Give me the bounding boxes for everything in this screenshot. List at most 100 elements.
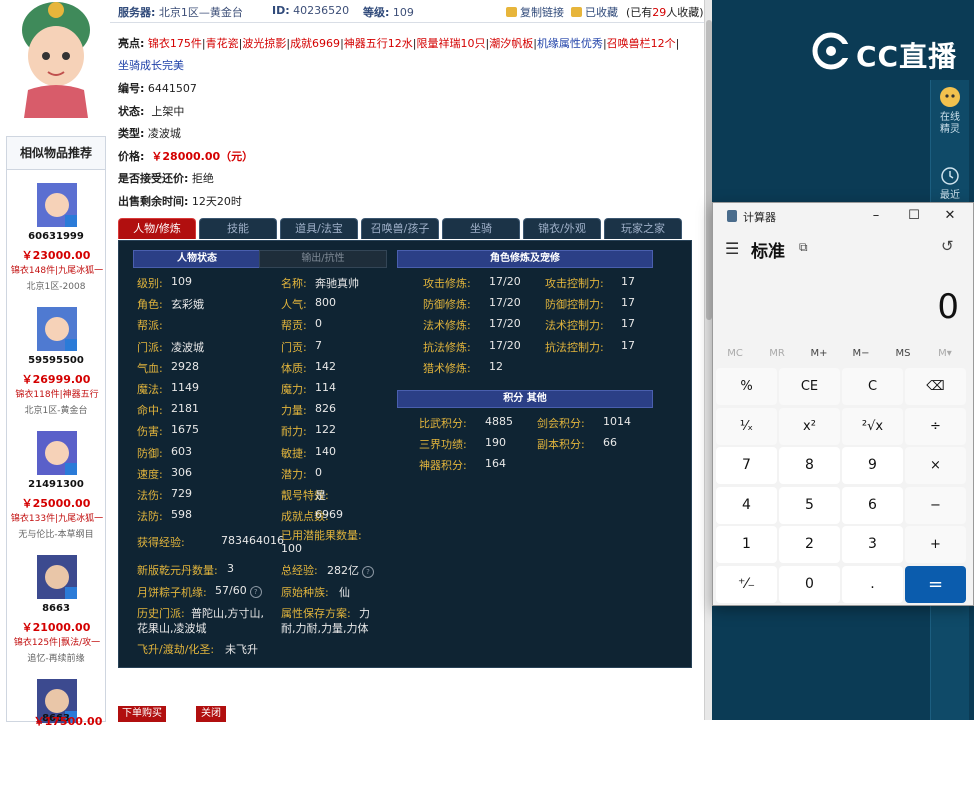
similar-item[interactable]: 21491300 ￥25000.00 锦衣133件|九尾冰狐一 无与伦比-本草纲… <box>7 419 105 543</box>
similar-items-title: 相似物品推荐 <box>7 137 105 170</box>
tab-outfits[interactable]: 锦衣/外观 <box>523 218 601 239</box>
tab-skills[interactable]: 技能 <box>199 218 277 239</box>
digit-7-button[interactable]: 7 <box>716 447 777 484</box>
calculator-window: 计算器 – ☐ ✕ ☰ 标准 ⧉ ↺ 0 MC MR M+ M− MS M▾ % CE C ⌫ ¹… <box>712 202 974 606</box>
status-header: 人物状态 <box>133 250 261 268</box>
total-exp-value: 282亿? <box>327 562 374 578</box>
keep-on-top-icon[interactable]: ⧉ <box>799 240 808 255</box>
stat-label: 抗法控制力: <box>545 340 604 354</box>
output-header[interactable]: 输出/抗性 <box>259 250 387 268</box>
stat-label: 角色: <box>137 298 163 312</box>
stat-value: 12 <box>489 359 503 373</box>
percent-button[interactable]: % <box>716 368 777 405</box>
similar-item[interactable]: 60631999 ￥23000.00 锦衣148件|九尾冰狐一 北京1区-200… <box>7 171 105 295</box>
copy-link-button[interactable]: 复制链接 <box>506 4 564 20</box>
stat-value: 凌波城 <box>171 340 204 354</box>
divide-button[interactable]: ÷ <box>905 407 966 445</box>
add-button[interactable]: + <box>905 526 966 563</box>
reciprocal-button[interactable]: ¹⁄ₓ <box>716 407 777 445</box>
tab-character[interactable]: 人物/修炼 <box>118 218 196 239</box>
history-value-1: 普陀山,方寸山, <box>191 607 264 620</box>
hamburger-menu-icon[interactable]: ☰ <box>725 239 739 258</box>
similar-item-id: 59595500 <box>28 355 84 366</box>
digit-2-button[interactable]: 2 <box>779 526 840 563</box>
recent-button[interactable]: 最近 <box>931 166 969 202</box>
similar-items-panel: 相似物品推荐 60631999 ￥23000.00 锦衣148件|九尾冰狐一 北… <box>6 136 106 728</box>
similar-item-thumbnail[interactable] <box>37 555 77 599</box>
similar-item-thumbnail[interactable] <box>37 183 77 227</box>
stat-value: 7 <box>315 338 322 352</box>
stat-label: 抗法修炼: <box>423 340 471 354</box>
ascend-label: 飞升/渡劫/化圣: <box>137 643 215 656</box>
id-info: ID: 40236520 <box>272 4 350 17</box>
digit-1-button[interactable]: 1 <box>716 526 777 563</box>
digit-5-button[interactable]: 5 <box>779 486 840 524</box>
cc-logo: CC直播 <box>812 32 956 73</box>
calculator-display: 0 <box>937 287 959 327</box>
subtract-button[interactable]: − <box>905 486 966 524</box>
clock-icon <box>941 167 959 185</box>
stat-value: 1675 <box>171 423 199 437</box>
stat-value: 109 <box>171 275 192 288</box>
stat-label: 魔力: <box>281 383 307 396</box>
similar-item-price: ￥17500.00 <box>33 715 103 728</box>
help-icon[interactable]: ? <box>362 566 374 578</box>
memory-button[interactable]: M+ <box>799 348 839 359</box>
multiply-button[interactable]: × <box>905 447 966 484</box>
similar-item-thumbnail[interactable] <box>37 307 77 351</box>
tab-items[interactable]: 道具/法宝 <box>280 218 358 239</box>
tab-pets[interactable]: 召唤兽/孩子 <box>361 218 439 239</box>
digit-8-button[interactable]: 8 <box>779 447 840 484</box>
tab-home[interactable]: 玩家之家 <box>604 218 682 239</box>
exp-value: 783464016 <box>221 534 284 547</box>
stat-value: 17 <box>621 317 635 331</box>
favorite-button[interactable]: 已收藏 <box>571 4 618 20</box>
equals-button[interactable]: = <box>905 565 966 603</box>
digit-4-button[interactable]: 4 <box>716 486 777 524</box>
highlight-tag: 潮汐帆板 <box>489 37 534 50</box>
highlight-tag: 机缘属性优秀 <box>536 37 603 50</box>
character-avatar <box>8 0 104 118</box>
maximize-button[interactable]: ☐ <box>897 205 931 227</box>
negate-button[interactable]: ⁺⁄₋ <box>716 565 777 603</box>
clear-entry-button[interactable]: CE <box>779 368 840 405</box>
highlight-tag: 锦衣175件 <box>147 37 202 50</box>
similar-item[interactable]: 8663 ￥17500.00 <box>7 667 105 791</box>
similar-item[interactable]: 8663 ￥21000.00 锦衣125件|飘法/攻一 追忆-再续前缘 <box>7 543 105 667</box>
backspace-button[interactable]: ⌫ <box>905 368 966 405</box>
tab-mounts[interactable]: 坐骑 <box>442 218 520 239</box>
history-icon[interactable]: ↺ <box>941 237 954 255</box>
stat-value: 17/20 <box>489 317 521 331</box>
digit-3-button[interactable]: 3 <box>842 526 903 563</box>
memory-button[interactable]: MC <box>715 348 755 359</box>
item-detail-panel: 服务器: 北京1区—黄金台 ID: 40236520 等级: 109 复制链接 … <box>110 0 704 722</box>
digit-0-button[interactable]: 0 <box>779 565 840 603</box>
stat-value: 2181 <box>171 402 199 416</box>
stat-value: 奔驰真帅 <box>315 277 359 290</box>
similar-item-thumbnail[interactable] <box>37 431 77 475</box>
similar-item[interactable]: 59595500 ￥26999.00 锦衣118件|神器五行 北京1区-黄金台 <box>7 295 105 419</box>
memory-button[interactable]: M− <box>841 348 881 359</box>
digit-9-button[interactable]: 9 <box>842 447 903 484</box>
square-root-button[interactable]: ²√x <box>842 407 903 445</box>
memory-button[interactable]: MR <box>757 348 797 359</box>
help-icon[interactable]: ? <box>249 586 262 598</box>
highlight-tag: 召唤兽栏12个 <box>606 37 676 50</box>
clear-button[interactable]: C <box>842 368 903 405</box>
online-sprite-button[interactable]: 在线 精灵 <box>931 86 969 136</box>
stat-label: 门贡: <box>281 340 307 354</box>
decimal-button[interactable]: . <box>842 565 903 603</box>
stat-label: 防御控制力: <box>545 298 604 312</box>
square-button[interactable]: x² <box>779 407 840 445</box>
qianyuan-value: 3 <box>227 562 234 575</box>
stat-label: 攻击修炼: <box>423 277 471 290</box>
highlight-tags: 锦衣175件|青花瓷|波光掠影|成就6969|神器五行12水|限量祥瑞10只|潮… <box>148 37 679 50</box>
memory-button[interactable]: M▾ <box>925 348 965 359</box>
minimize-button[interactable]: – <box>859 205 893 227</box>
stat-value: 1014 <box>603 415 631 428</box>
close-window-button[interactable]: ✕ <box>933 205 967 227</box>
digit-6-button[interactable]: 6 <box>842 486 903 524</box>
memory-button[interactable]: MS <box>883 348 923 359</box>
similar-item-price: ￥25000.00 <box>21 497 91 510</box>
remaining-time: 出售剩余时间: 12天20时 <box>118 195 242 208</box>
